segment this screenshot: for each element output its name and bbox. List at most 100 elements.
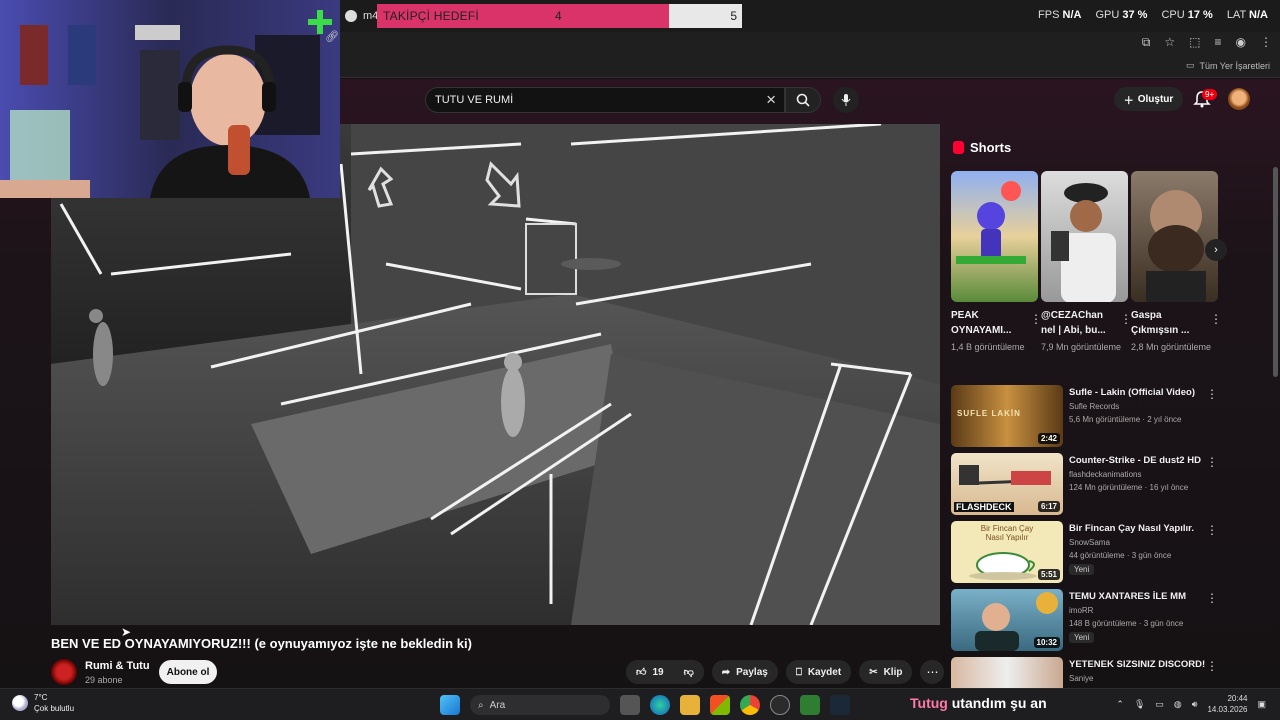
search-icon — [796, 93, 810, 107]
recommendation-thumbnail[interactable]: SUFLE LAKİN 2:42 — [951, 385, 1063, 447]
recommendation-meta: 44 görüntüleme · 3 gün önce — [1069, 551, 1172, 560]
chevron-up-icon[interactable]: ⌃ — [1116, 699, 1124, 710]
clock-date: 14.03.2026 — [1207, 705, 1248, 714]
more-vertical-icon[interactable]: ⋮ — [1206, 591, 1218, 605]
more-actions-button[interactable]: ⋯ — [920, 660, 945, 684]
recommendation-channel[interactable]: SnowSama — [1069, 538, 1110, 547]
recommendation-item[interactable]: FLASHDECK 6:17 Counter-Strike - DE dust2… — [951, 453, 1226, 515]
webcam-feed — [0, 0, 340, 198]
weather-widget[interactable]: 7°C Çok bulutlu — [12, 692, 74, 714]
video-player[interactable] — [51, 124, 940, 625]
recommendation-channel[interactable]: flashdeckanimations — [1069, 470, 1141, 479]
save-button[interactable]: ⎕ Kaydet — [785, 660, 852, 684]
recommendation-item[interactable]: SUFLE LAKİN 2:42 Sufle - Lakin (Official… — [951, 385, 1226, 447]
recommendation-meta: 5,6 Mn görüntüleme · 2 yıl önce — [1069, 415, 1182, 424]
save-label: Kaydet — [807, 666, 842, 678]
recommendation-item[interactable]: YETENEK SIZSINIZ DISCORD! Saniye ⋮ — [951, 657, 1226, 688]
short-card[interactable]: PEAK OYNAYAMI... 1,4 B görüntüleme ⋮ — [951, 171, 1042, 354]
like-button[interactable]: 👍︎ 19 — [626, 660, 674, 684]
recommendation-thumbnail[interactable] — [951, 657, 1063, 688]
video-title: BEN VE ED OYNAYAMIYORUZ!!! (e oynuyamıyo… — [51, 636, 472, 651]
share-button[interactable]: ➦ Paylaş — [711, 660, 778, 684]
microphone-icon[interactable]: 🎙︎ — [1134, 699, 1145, 710]
voice-search-button[interactable] — [833, 87, 859, 113]
follower-goal-label: TAKİPÇİ HEDEFİ — [383, 9, 479, 23]
recommendation-title[interactable]: Bir Fincan Çay Nasıl Yapılır. — [1069, 523, 1209, 534]
video-actions: 👍︎ 19 👎︎ ➦ Paylaş ⎕ Kaydet ✂ Klip ⋯ — [626, 660, 945, 684]
star-icon[interactable]: ☆ — [1164, 35, 1175, 50]
chevron-right-icon[interactable]: › — [1205, 239, 1227, 261]
display-icon[interactable]: ▭ — [1155, 699, 1164, 710]
share-label: Paylaş — [736, 666, 768, 678]
search-icon: ⌕ — [478, 699, 484, 711]
recommendation-title[interactable]: Counter-Strike - DE dust2 HD — [1069, 455, 1209, 466]
recommendation-thumbnail[interactable]: FLASHDECK 6:17 — [951, 453, 1063, 515]
network-icon[interactable]: ◍ — [1174, 699, 1182, 710]
obs-icon[interactable] — [770, 695, 790, 715]
search-button[interactable] — [785, 87, 821, 113]
dislike-button[interactable]: 👎︎ — [673, 660, 704, 684]
menu-icon[interactable]: ⋮ — [1260, 35, 1272, 50]
video-duration: 6:17 — [1037, 501, 1060, 512]
chrome-taskbar-icon[interactable] — [740, 695, 760, 715]
system-tray: ⌃ 🎙︎ ▭ ◍ 🔊︎ 20:44 14.03.2026 ▣ — [1116, 693, 1266, 715]
scrollbar[interactable] — [1273, 167, 1278, 377]
clock[interactable]: 20:44 14.03.2026 — [1207, 693, 1247, 715]
short-thumbnail[interactable] — [1131, 171, 1218, 302]
clip-button[interactable]: ✂ Klip — [859, 660, 913, 684]
more-vertical-icon[interactable]: ⋮ — [1206, 387, 1218, 401]
account-avatar[interactable] — [1228, 88, 1250, 110]
recommendation-channel[interactable]: Sufle Records — [1069, 402, 1119, 411]
more-vertical-icon[interactable]: ⋮ — [1206, 659, 1218, 673]
notification-center-icon[interactable]: ▣ — [1257, 699, 1266, 710]
short-card[interactable]: Gaspa Çıkmışsın ... 2,8 Mn görüntüleme ⋮ — [1131, 171, 1222, 354]
create-button[interactable]: ＋ Oluştur — [1114, 87, 1183, 111]
cloud-icon — [12, 695, 28, 711]
extensions-icon[interactable]: ⬚ — [1189, 35, 1200, 50]
all-bookmarks-button[interactable]: ▭ Tüm Yer İşaretleri — [1186, 60, 1270, 71]
recommendation-title[interactable]: Sufle - Lakin (Official Video) — [1069, 387, 1209, 398]
recommendation-title[interactable]: TEMU XANTARES İLE MM — [1069, 591, 1209, 602]
channel-name[interactable]: Rumi & Tutu — [85, 660, 150, 672]
weather-text: 7°C Çok bulutlu — [34, 692, 74, 714]
more-vertical-icon[interactable]: ⋮ — [1206, 455, 1218, 469]
cast-icon[interactable]: ⧉ — [1142, 35, 1151, 50]
more-vertical-icon[interactable]: ⋮ — [1206, 523, 1218, 537]
short-views: 2,8 Mn görüntüleme — [1131, 342, 1212, 352]
file-explorer-icon[interactable] — [680, 695, 700, 715]
short-title[interactable]: Gaspa Çıkmışsın ... — [1131, 308, 1201, 338]
browser-tab[interactable]: m4 — [345, 6, 378, 26]
channel-avatar[interactable] — [51, 659, 77, 685]
short-title[interactable]: @CEZAChan nel | Abi, bu... — [1041, 308, 1111, 338]
media-icon[interactable]: ≡ — [1215, 35, 1222, 50]
recommendation-thumbnail[interactable]: 10:32 — [951, 589, 1063, 651]
new-badge: Yeni — [1069, 564, 1095, 575]
edge-icon[interactable] — [650, 695, 670, 715]
volume-icon[interactable]: 🔊︎ — [1192, 699, 1198, 710]
weather-temp: 7°C — [34, 693, 48, 702]
streamlabs-icon[interactable] — [800, 695, 820, 715]
recommendation-channel[interactable]: imoRR — [1069, 606, 1093, 615]
recommendation-thumbnail[interactable]: Bir Fincan Çay Nasıl Yapılır 5:51 — [951, 521, 1063, 583]
taskbar-search[interactable]: ⌕ Ara — [470, 695, 610, 715]
short-thumbnail[interactable] — [951, 171, 1038, 302]
thumbs-down-icon: 👎︎ — [683, 667, 694, 678]
recommendation-item[interactable]: 10:32 TEMU XANTARES İLE MM imoRR 148 B g… — [951, 589, 1226, 651]
search-input[interactable]: TUTU VE RUMİ × — [425, 87, 785, 113]
recommendation-channel[interactable]: Saniye — [1069, 674, 1093, 683]
short-title[interactable]: PEAK OYNAYAMI... — [951, 308, 1021, 338]
close-icon[interactable]: × — [766, 90, 776, 110]
steam-icon[interactable] — [830, 695, 850, 715]
more-vertical-icon[interactable]: ⋮ — [1210, 312, 1222, 326]
profile-icon[interactable]: ◉ — [1236, 35, 1246, 50]
windows-start-icon[interactable] — [440, 695, 460, 715]
subscribe-button[interactable]: Abone ol — [159, 660, 217, 684]
short-thumbnail[interactable] — [1041, 171, 1128, 302]
recommendation-item[interactable]: Bir Fincan Çay Nasıl Yapılır 5:51 Bir Fi… — [951, 521, 1226, 583]
short-card[interactable]: @CEZAChan nel | Abi, bu... 7,9 Mn görünt… — [1041, 171, 1132, 354]
mouse-cursor-icon: ➤ — [121, 625, 132, 639]
store-icon[interactable] — [710, 695, 730, 715]
recommendation-title[interactable]: YETENEK SIZSINIZ DISCORD! — [1069, 659, 1209, 670]
share-icon: ➦ — [721, 666, 731, 678]
task-view-icon[interactable] — [620, 695, 640, 715]
